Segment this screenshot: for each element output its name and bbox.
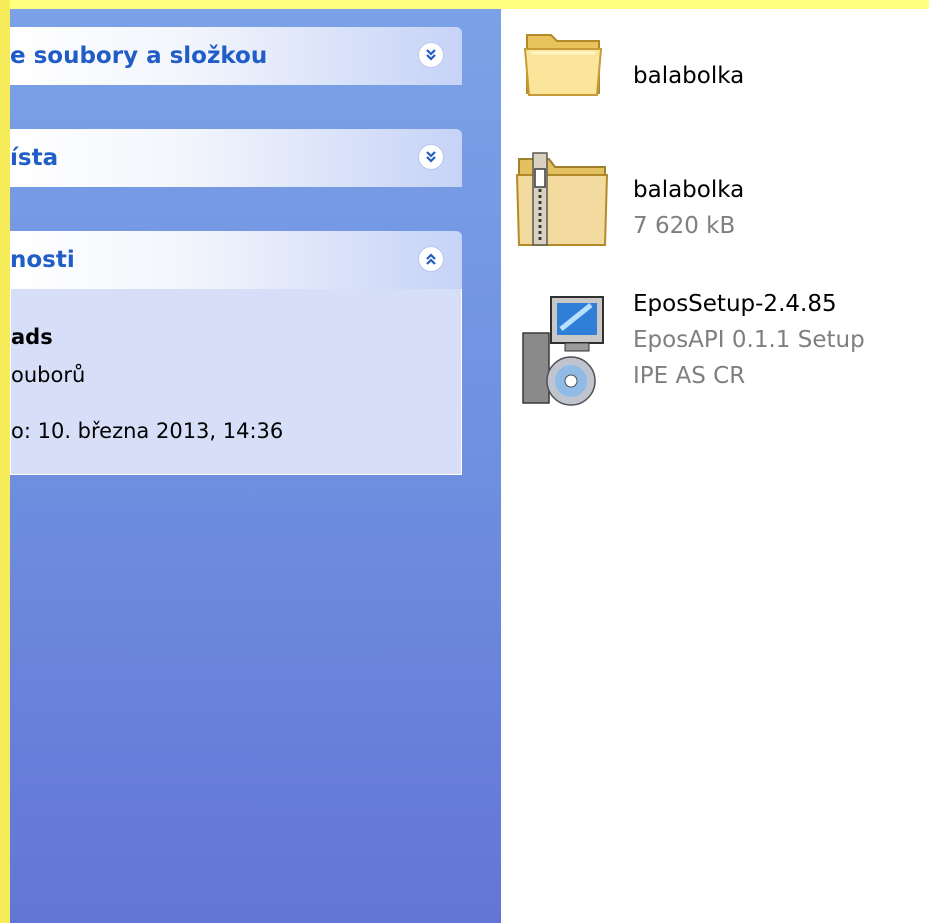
panel-details-title: nosti — [10, 247, 75, 273]
file-item-folder[interactable]: balabolka — [521, 23, 921, 113]
panel-other-places-header[interactable]: ísta — [10, 129, 462, 187]
window-top-border — [0, 0, 929, 9]
panel-other-places-title: ísta — [10, 145, 59, 171]
detail-folder-name: ads — [11, 325, 53, 349]
panel-details-body: ads ouborů o: 10. března 2013, 14:36 — [10, 289, 462, 475]
zip-folder-icon — [515, 152, 609, 246]
panel-details-header[interactable]: nosti — [10, 231, 462, 289]
detail-folder-type: ouborů — [11, 363, 86, 387]
file-description: EposAPI 0.1.1 Setup — [633, 327, 865, 353]
file-company: IPE AS CR — [633, 363, 746, 389]
file-list: balabolka balabolka 7 620 kB EposSetup-2… — [501, 9, 929, 923]
panel-file-tasks-title: e soubory a složkou — [10, 43, 268, 69]
file-item-setup[interactable]: EposSetup-2.4.85 EposAPI 0.1.1 Setup IPE… — [511, 289, 929, 419]
file-size: 7 620 kB — [633, 213, 736, 239]
folder-icon — [523, 34, 603, 96]
file-item-zip[interactable]: balabolka 7 620 kB — [515, 149, 915, 259]
file-name: EposSetup-2.4.85 — [633, 291, 837, 317]
chevron-down-double-icon[interactable] — [418, 144, 444, 170]
detail-modified-date: o: 10. března 2013, 14:36 — [11, 419, 284, 443]
chevron-down-double-icon[interactable] — [418, 42, 444, 68]
file-name: balabolka — [633, 63, 745, 89]
chevron-up-double-icon[interactable] — [418, 246, 444, 272]
window-left-border — [0, 0, 10, 923]
setup-installer-icon — [522, 296, 604, 406]
task-pane: e soubory a složkou ísta nosti ads oubor… — [10, 9, 501, 923]
panel-file-tasks-header[interactable]: e soubory a složkou — [10, 27, 462, 85]
file-name: balabolka — [633, 177, 745, 203]
